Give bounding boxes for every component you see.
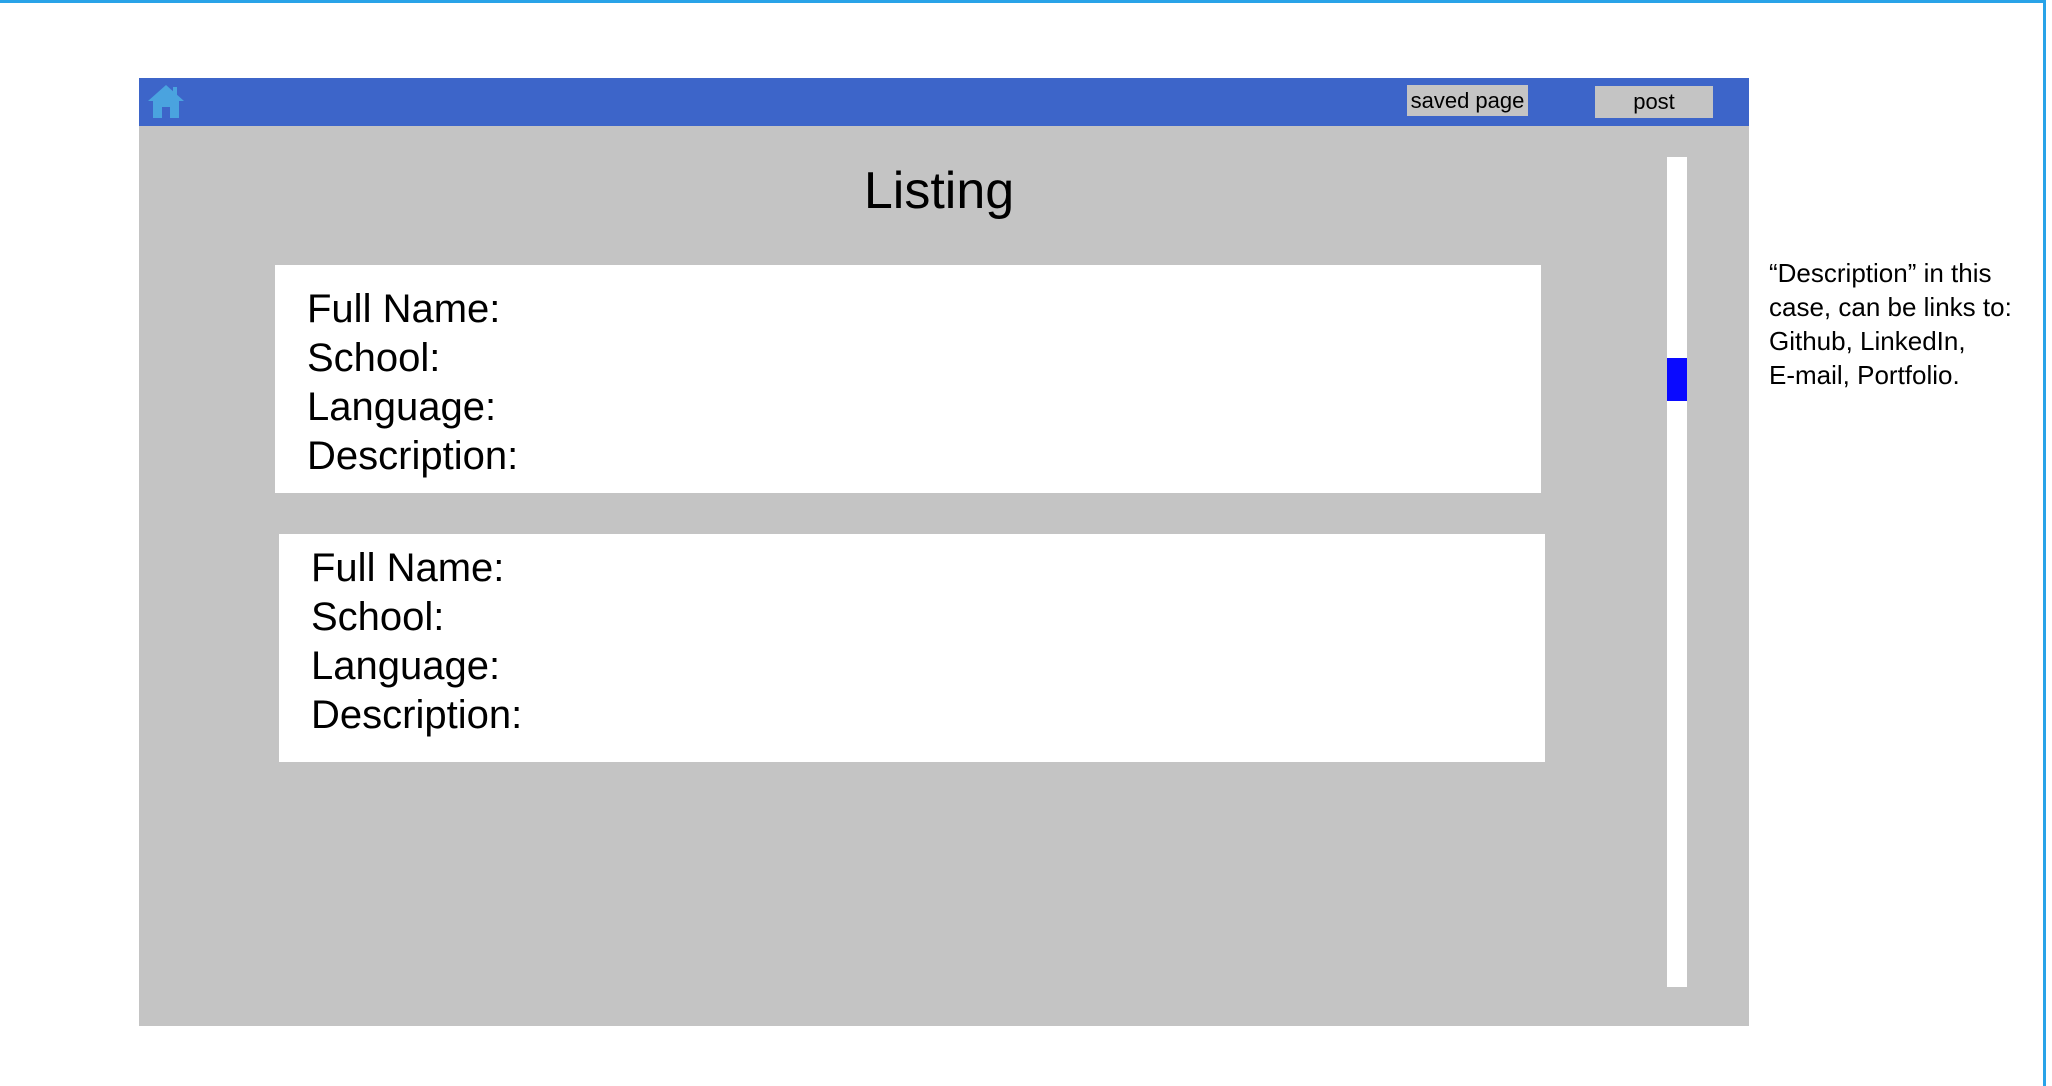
language-label: Language: [311, 644, 501, 688]
listing-card[interactable]: Full Name: School: Language: Description… [275, 265, 1541, 493]
scrollbar-thumb[interactable] [1667, 358, 1687, 401]
page-title-text: Listing [863, 162, 1015, 220]
annotation-note: “Description” in this case, can be links… [1769, 256, 2049, 392]
post-button[interactable]: post [1595, 86, 1713, 118]
description-label: Description: [307, 434, 519, 478]
full-name-label: Full Name: [311, 546, 505, 590]
app-window: saved page post Listing Full Name: Schoo… [139, 78, 1749, 1026]
scrollbar-track[interactable] [1667, 157, 1687, 987]
annotation-line: case, can be links to: [1769, 292, 2012, 322]
annotation-line: E-mail, Portfolio. [1769, 360, 1960, 390]
school-label: School: [311, 595, 445, 639]
home-icon[interactable] [146, 82, 186, 122]
language-label: Language: [307, 385, 497, 429]
navbar: saved page post [139, 78, 1749, 126]
annotation-line: “Description” in this [1769, 258, 1992, 288]
page-title: Listing [139, 156, 1749, 226]
saved-page-button[interactable]: saved page [1407, 85, 1528, 116]
listing-card[interactable]: Full Name: School: Language: Description… [279, 534, 1545, 762]
description-label: Description: [311, 693, 523, 737]
full-name-label: Full Name: [307, 287, 501, 331]
annotation-line: Github, LinkedIn, [1769, 326, 1966, 356]
school-label: School: [307, 336, 441, 380]
